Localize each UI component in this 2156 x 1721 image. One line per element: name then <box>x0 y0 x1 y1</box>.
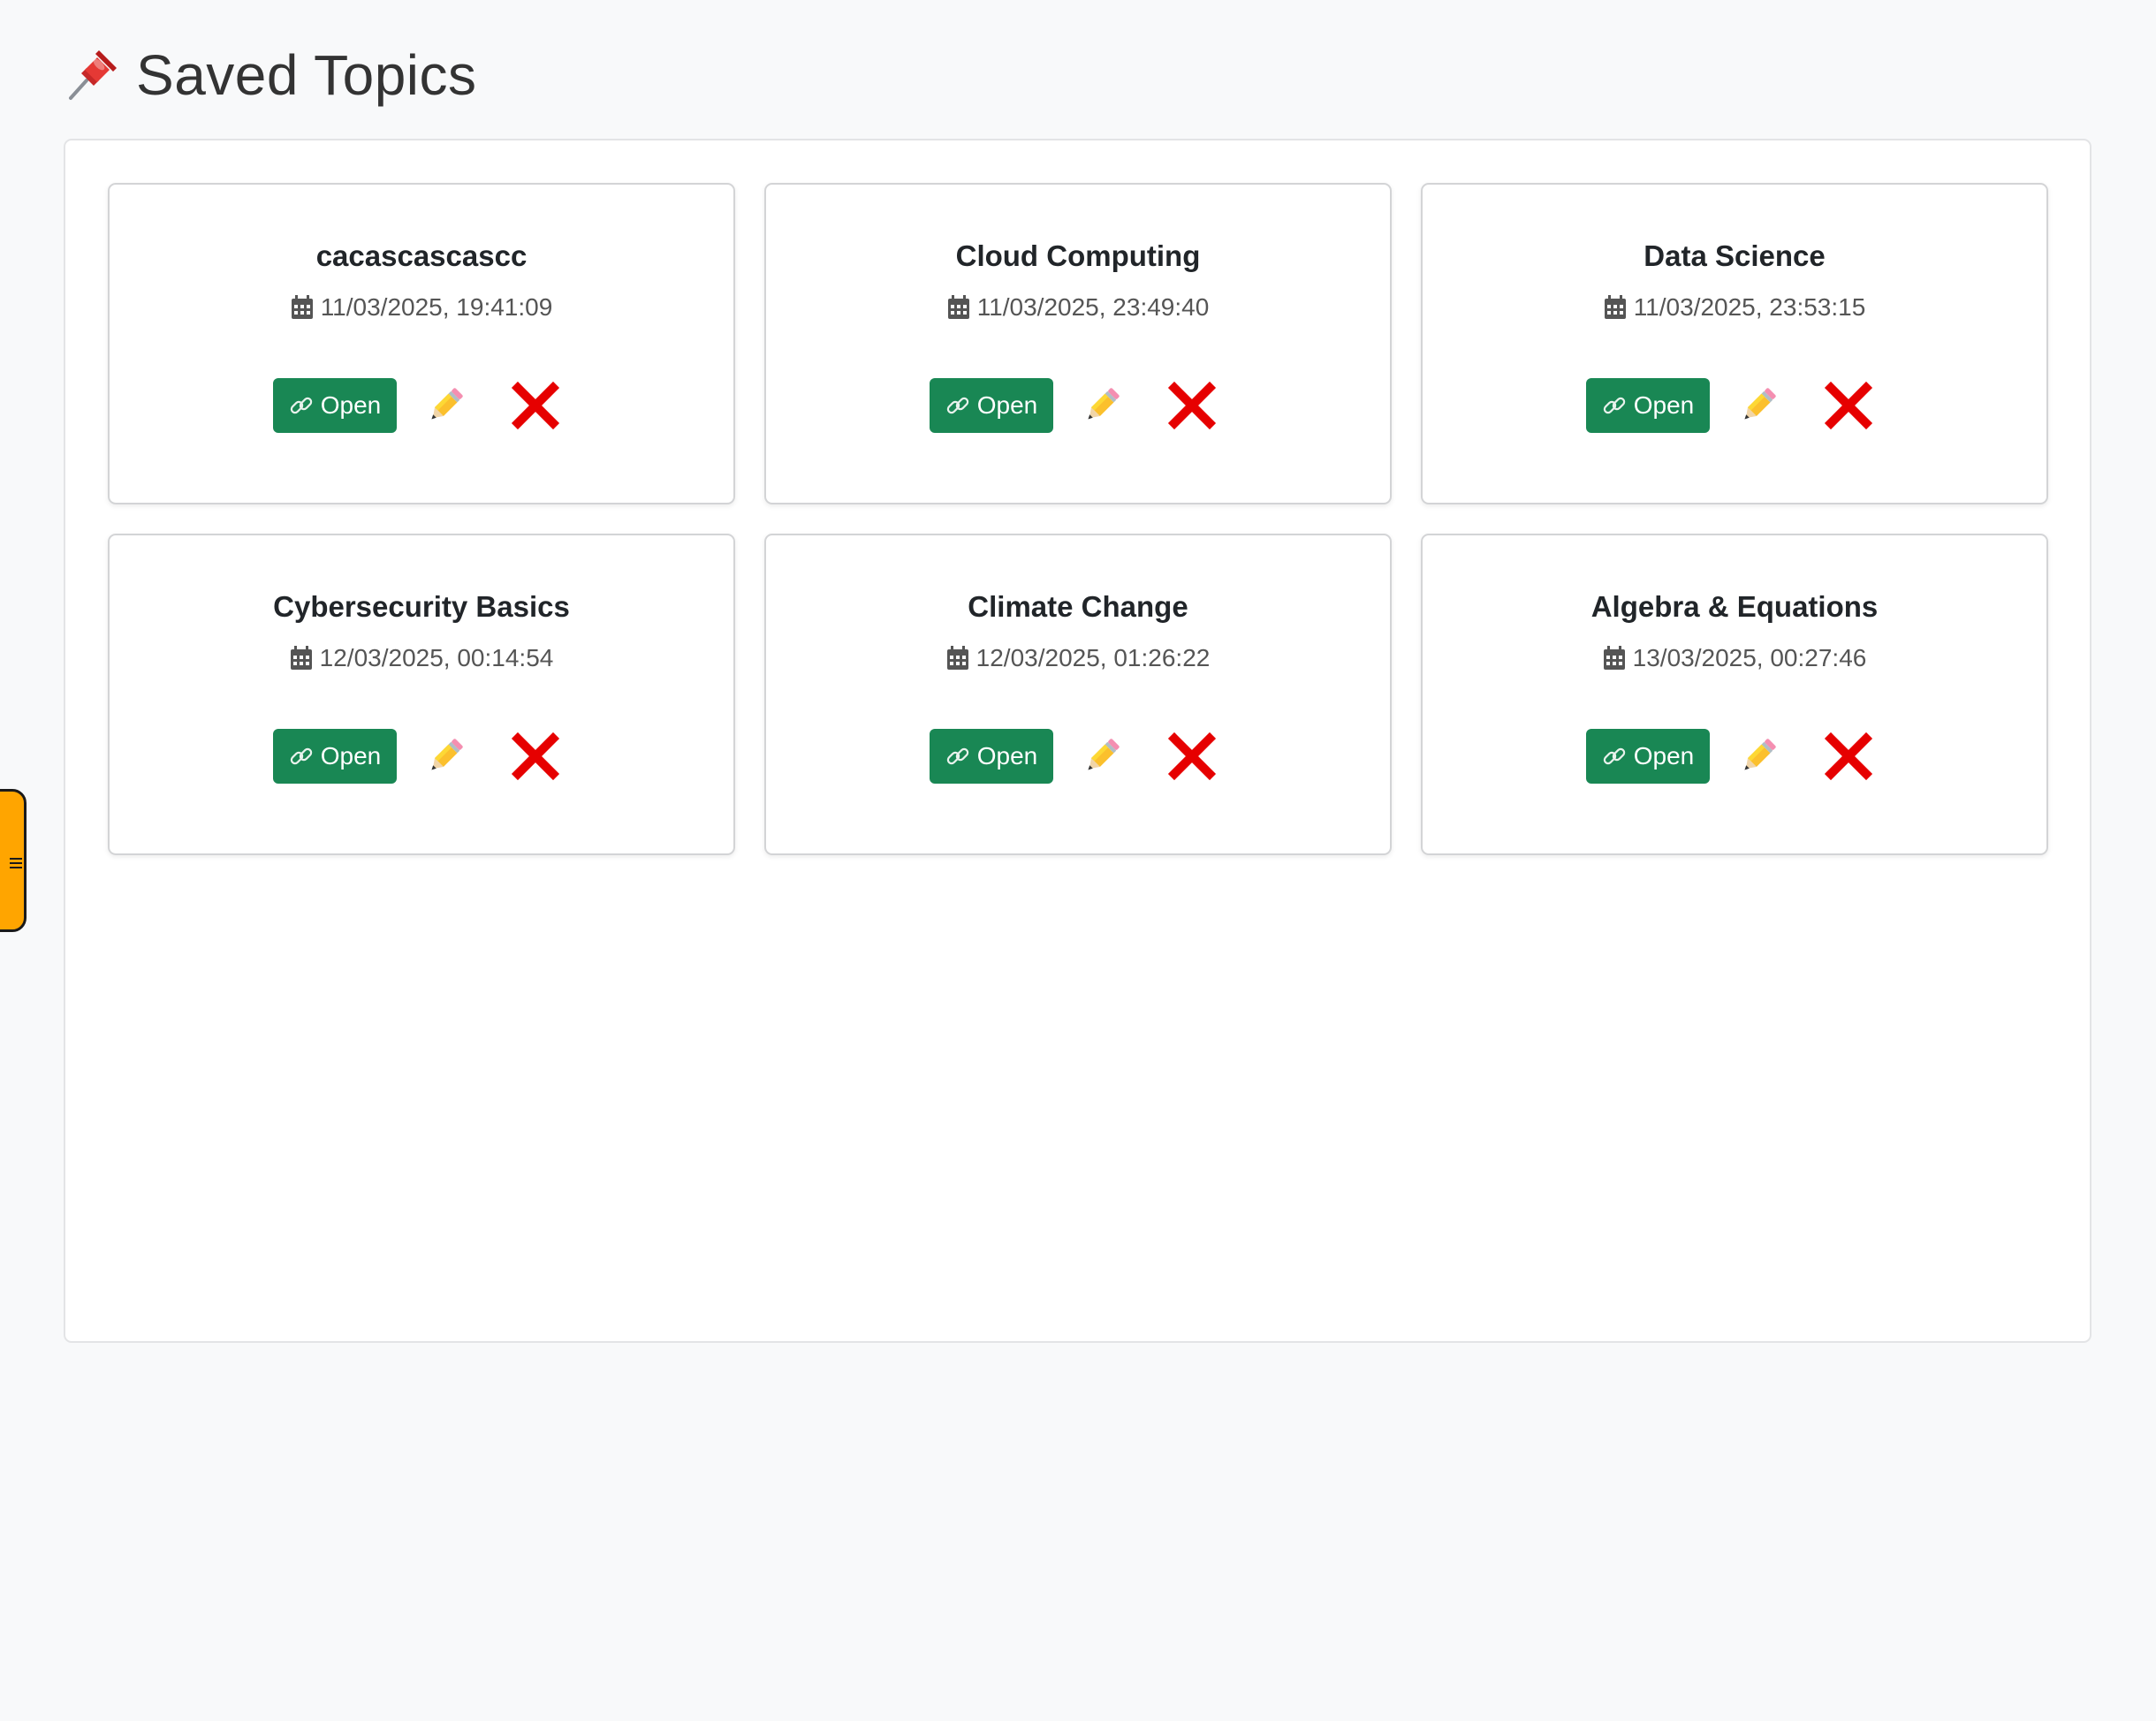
topic-date-text: 12/03/2025, 01:26:22 <box>976 644 1211 671</box>
cross-mark-icon <box>512 732 560 781</box>
calendar-icon <box>946 646 968 670</box>
topic-date-text: 11/03/2025, 23:49:40 <box>976 293 1210 321</box>
pencil-icon <box>431 739 463 770</box>
topic-date-text: 13/03/2025, 00:27:46 <box>1632 644 1867 671</box>
open-button-label: Open <box>320 391 382 419</box>
topic-title: Cloud Computing <box>955 239 1201 272</box>
edit-button[interactable] <box>1736 734 1780 778</box>
topic-date: 12/03/2025, 00:14:54 <box>290 644 554 672</box>
open-button[interactable]: Open <box>1585 729 1711 784</box>
topic-card: Cloud Computing 11/03/2025, 23:49:40 Ope… <box>764 183 1392 504</box>
delete-button[interactable] <box>1166 380 1218 431</box>
saved-topics-panel: cacascascascc 11/03/2025, 19:41:09 Open … <box>64 139 2091 1343</box>
pencil-icon <box>1088 739 1120 770</box>
topic-card: Algebra & Equations 13/03/2025, 00:27:46… <box>1421 534 2048 855</box>
topic-actions: Open <box>929 729 1218 784</box>
open-button[interactable]: Open <box>272 378 398 433</box>
topic-actions: Open <box>929 378 1218 433</box>
open-button-label: Open <box>1633 391 1695 419</box>
edit-button[interactable] <box>1736 383 1780 428</box>
edit-button[interactable] <box>1080 734 1124 778</box>
topic-date-text: 11/03/2025, 19:41:09 <box>320 293 553 321</box>
topic-actions: Open <box>1585 729 1875 784</box>
topic-title: Data Science <box>1644 239 1826 272</box>
cross-mark-icon <box>1168 732 1217 781</box>
topic-card: Data Science 11/03/2025, 23:53:15 Open <box>1421 183 2048 504</box>
open-button-label: Open <box>976 391 1038 419</box>
topic-date: 11/03/2025, 23:49:40 <box>947 293 1210 322</box>
edit-button[interactable] <box>1080 383 1124 428</box>
link-icon <box>1603 397 1625 414</box>
delete-button[interactable] <box>510 380 561 431</box>
topic-date: 12/03/2025, 01:26:22 <box>946 644 1211 672</box>
link-icon <box>1603 747 1625 765</box>
open-button[interactable]: Open <box>929 729 1054 784</box>
pencil-icon <box>1088 388 1120 420</box>
pencil-icon <box>1744 739 1776 770</box>
edit-button[interactable] <box>423 734 467 778</box>
calendar-icon <box>291 295 313 319</box>
pencil-icon <box>431 388 463 420</box>
link-icon <box>290 747 312 765</box>
topic-date-text: 12/03/2025, 00:14:54 <box>319 644 554 671</box>
cross-mark-icon <box>1825 732 1873 781</box>
delete-button[interactable] <box>510 731 561 782</box>
page-header: Saved Topics <box>64 42 477 108</box>
cross-mark-icon <box>1168 381 1217 430</box>
link-icon <box>946 397 968 414</box>
pencil-icon <box>1744 388 1776 420</box>
topic-title: Climate Change <box>968 590 1188 623</box>
open-button[interactable]: Open <box>929 378 1054 433</box>
topic-card: Climate Change 12/03/2025, 01:26:22 Open <box>764 534 1392 855</box>
topic-title: Cybersecurity Basics <box>273 590 570 623</box>
topic-grid: cacascascascc 11/03/2025, 19:41:09 Open … <box>108 183 2048 855</box>
topic-date: 11/03/2025, 19:41:09 <box>291 293 553 322</box>
calendar-icon <box>1603 646 1625 670</box>
link-icon <box>946 747 968 765</box>
delete-button[interactable] <box>1166 731 1218 782</box>
topic-date: 13/03/2025, 00:27:46 <box>1603 644 1867 672</box>
topic-title: Algebra & Equations <box>1590 590 1879 623</box>
topic-date: 11/03/2025, 23:53:15 <box>1604 293 1866 322</box>
topic-card: Cybersecurity Basics 12/03/2025, 00:14:5… <box>108 534 735 855</box>
sidebar-toggle-button[interactable] <box>0 789 27 932</box>
calendar-icon <box>290 646 312 670</box>
calendar-icon <box>1604 295 1626 319</box>
open-button-label: Open <box>976 742 1038 770</box>
cross-mark-icon <box>512 381 560 430</box>
topic-card: cacascascascc 11/03/2025, 19:41:09 Open <box>108 183 735 504</box>
menu-icon <box>10 858 22 868</box>
topic-actions: Open <box>272 729 562 784</box>
cross-mark-icon <box>1825 381 1873 430</box>
topic-actions: Open <box>1585 378 1875 433</box>
topic-date-text: 11/03/2025, 23:53:15 <box>1633 293 1866 321</box>
topic-title: cacascascascc <box>315 239 528 272</box>
edit-button[interactable] <box>423 383 467 428</box>
open-button[interactable]: Open <box>1585 378 1711 433</box>
pushpin-icon <box>69 50 117 100</box>
link-icon <box>290 397 312 414</box>
delete-button[interactable] <box>1823 380 1874 431</box>
page-title: Saved Topics <box>136 43 477 107</box>
open-button-label: Open <box>1633 742 1695 770</box>
topic-actions: Open <box>272 378 562 433</box>
delete-button[interactable] <box>1823 731 1874 782</box>
open-button-label: Open <box>320 742 382 770</box>
open-button[interactable]: Open <box>272 729 398 784</box>
calendar-icon <box>947 295 969 319</box>
